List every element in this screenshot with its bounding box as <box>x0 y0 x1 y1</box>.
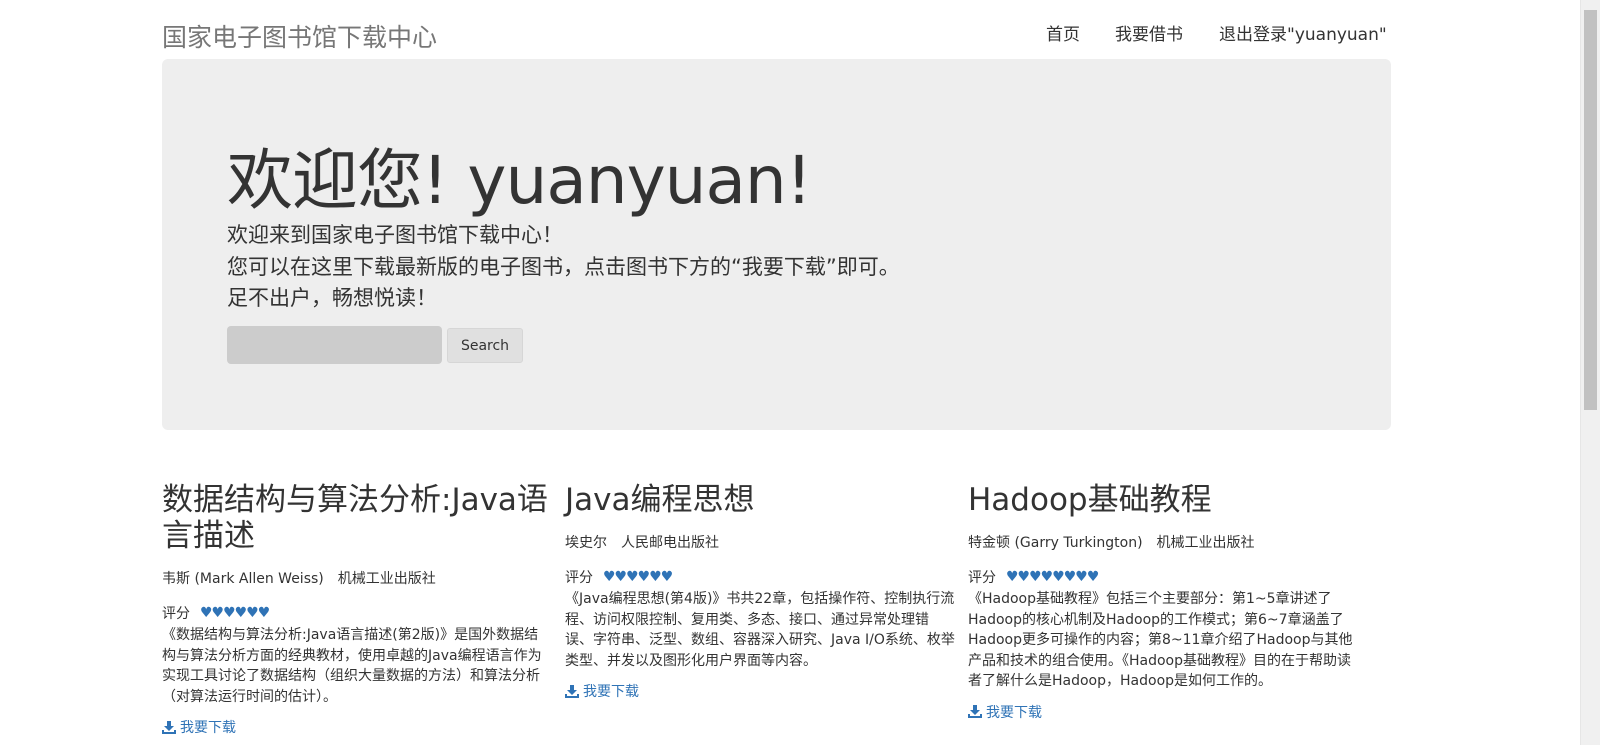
welcome-line-1: 欢迎来到国家电子图书馆下载中心！ <box>227 223 563 247</box>
book-rating: 评分 ♥♥♥♥♥♥ <box>565 567 957 587</box>
download-link[interactable]: 我要下载 <box>162 717 554 737</box>
download-icon <box>162 720 176 734</box>
welcome-line-3: 足不出户，畅想悦读！ <box>227 286 437 310</box>
book-card: Hadoop基础教程 特金顿 (Garry Turkington) 机械工业出版社… <box>968 482 1360 722</box>
download-label[interactable]: 我要下载 <box>583 681 639 701</box>
book-publisher: 机械工业出版社 <box>1156 535 1255 551</box>
book-author: 特金顿 (Garry Turkington) <box>968 535 1143 551</box>
welcome-jumbotron: 欢迎您! yuanyuan! 欢迎来到国家电子图书馆下载中心！ 您可以在这里下载… <box>162 59 1391 430</box>
nav-borrow-link[interactable]: 我要借书 <box>1115 20 1183 45</box>
navbar: 国家电子图书馆下载中心 首页 我要借书 退出登录"yuanyuan" <box>0 0 1580 60</box>
welcome-line-2: 您可以在这里下载最新版的电子图书，点击图书下方的“我要下载”即可。 <box>227 255 900 279</box>
book-rating: 评分 ♥♥♥♥♥♥♥♥ <box>968 567 1360 587</box>
rating-label: 评分 <box>968 570 996 586</box>
brand-title[interactable]: 国家电子图书馆下载中心 <box>162 18 437 54</box>
rating-hearts-icon: ♥♥♥♥♥♥♥♥ <box>1006 569 1099 585</box>
book-title: Hadoop基础教程 <box>968 482 1212 518</box>
rating-label: 评分 <box>565 570 593 586</box>
download-link[interactable]: 我要下载 <box>565 681 957 701</box>
book-author: 埃史尔 <box>565 535 607 551</box>
book-card: 数据结构与算法分析:Java语言描述 韦斯 (Mark Allen Weiss)… <box>162 482 554 737</box>
rating-hearts-icon: ♥♥♥♥♥♥ <box>603 569 673 585</box>
nav-logout-link[interactable]: 退出登录"yuanyuan" <box>1219 20 1387 45</box>
book-meta: 特金顿 (Garry Turkington) 机械工业出版社 <box>968 532 1360 552</box>
search-input[interactable] <box>227 326 442 364</box>
rating-hearts-icon: ♥♥♥♥♥♥ <box>200 605 270 621</box>
book-meta: 埃史尔 人民邮电出版社 <box>565 532 957 552</box>
scrollbar-thumb[interactable] <box>1584 10 1597 410</box>
download-label[interactable]: 我要下载 <box>180 717 236 737</box>
download-label[interactable]: 我要下载 <box>986 702 1042 722</box>
download-link[interactable]: 我要下载 <box>968 702 1360 722</box>
book-publisher: 机械工业出版社 <box>337 571 436 587</box>
book-title: 数据结构与算法分析:Java语言描述 <box>162 482 548 554</box>
book-publisher: 人民邮电出版社 <box>621 535 719 551</box>
book-description: 《Java编程思想(第4版)》书共22章，包括操作符、控制执行流程、访问权限控制… <box>565 591 955 669</box>
book-rating: 评分 ♥♥♥♥♥♥ <box>162 603 554 623</box>
welcome-heading: 欢迎您! yuanyuan! <box>227 142 812 219</box>
download-icon <box>968 705 982 718</box>
rating-label: 评分 <box>162 606 190 622</box>
book-description: 《数据结构与算法分析:Java语言描述(第2版)》是国外数据结构与算法分析方面的… <box>162 627 542 705</box>
book-card: Java编程思想 埃史尔 人民邮电出版社 评分 ♥♥♥♥♥♥ 《Java编程思想(… <box>565 482 957 701</box>
book-title: Java编程思想 <box>565 482 755 518</box>
book-meta: 韦斯 (Mark Allen Weiss) 机械工业出版社 <box>162 568 554 588</box>
search-button[interactable]: Search <box>447 328 523 363</box>
vertical-scrollbar[interactable] <box>1580 0 1600 745</box>
book-description: 《Hadoop基础教程》包括三个主要部分：第1~5章讲述了Hadoop的核心机制… <box>968 591 1353 689</box>
page: 国家电子图书馆下载中心 首页 我要借书 退出登录"yuanyuan" 欢迎您! … <box>0 0 1600 745</box>
nav-home-link[interactable]: 首页 <box>1046 20 1080 45</box>
download-icon <box>565 684 579 698</box>
book-author: 韦斯 (Mark Allen Weiss) <box>162 571 324 587</box>
